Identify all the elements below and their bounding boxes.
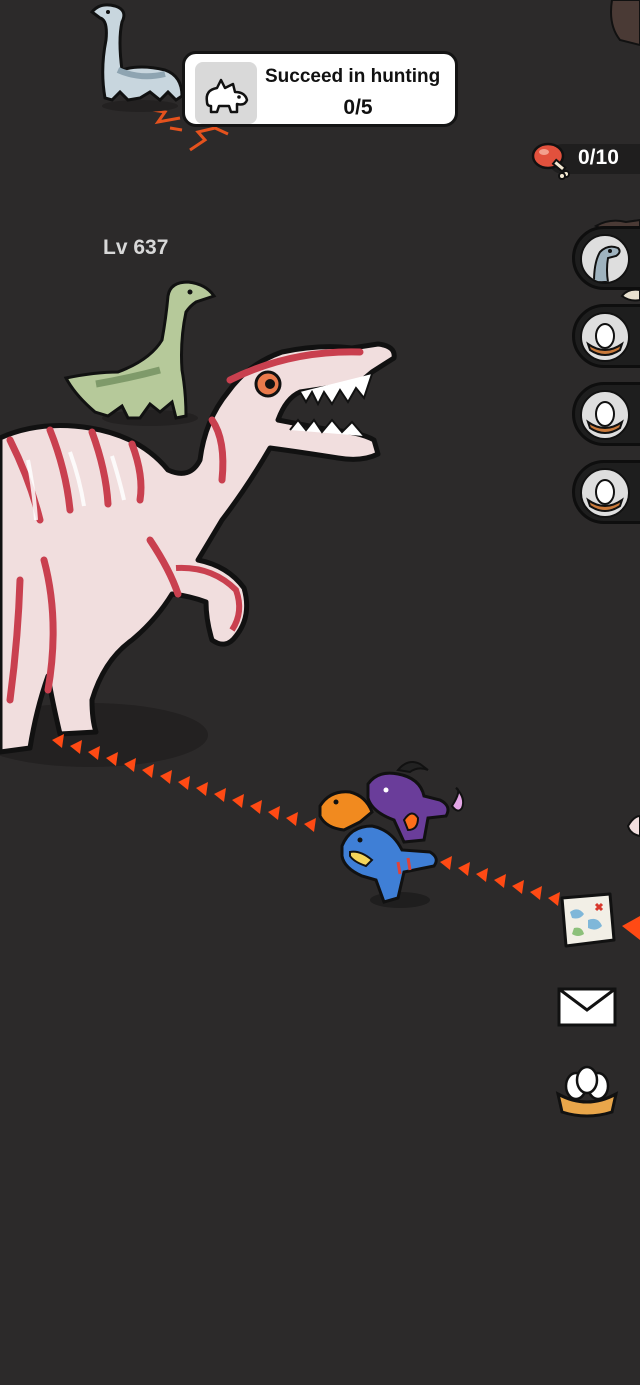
sauropod-green[interactable] bbox=[63, 280, 217, 426]
quest-title: Succeed in hunting bbox=[265, 66, 441, 87]
game-scene bbox=[0, 0, 640, 940]
egg-nest-icon bbox=[586, 479, 624, 512]
dino-portrait-icon bbox=[592, 245, 621, 282]
quest-card[interactable]: Succeed in hunting 0/5 bbox=[182, 51, 458, 127]
triceratops-icon bbox=[205, 78, 249, 114]
slot-circle bbox=[580, 234, 630, 284]
egg-nest-icon bbox=[586, 401, 624, 434]
slot-circle bbox=[580, 468, 630, 518]
meat-counter[interactable]: 0/10 bbox=[528, 140, 640, 180]
quest-icon-box bbox=[195, 62, 257, 124]
meat-icon bbox=[531, 142, 570, 180]
sauropod-blue[interactable] bbox=[89, 3, 184, 112]
offscreen-dino bbox=[626, 814, 640, 838]
slot-circle bbox=[580, 312, 630, 362]
egg-nest-icon bbox=[586, 323, 624, 356]
slot-circle bbox=[580, 390, 630, 440]
egg-nest-icon[interactable] bbox=[554, 1060, 620, 1118]
player-dino-pack[interactable] bbox=[318, 761, 465, 908]
side-slot-dino[interactable] bbox=[572, 226, 640, 290]
spinosaurus-boss[interactable] bbox=[0, 341, 397, 755]
side-slot-egg-2[interactable] bbox=[572, 382, 640, 446]
quest-progress: 0/5 bbox=[343, 96, 373, 119]
map-icon[interactable] bbox=[556, 890, 618, 950]
side-slot-egg-3[interactable] bbox=[572, 460, 640, 524]
meat-count: 0/10 bbox=[578, 146, 619, 169]
mail-icon[interactable] bbox=[556, 986, 618, 1028]
boss-level-label: Lv 637 bbox=[103, 236, 169, 259]
side-slot-egg-1[interactable] bbox=[572, 304, 640, 368]
